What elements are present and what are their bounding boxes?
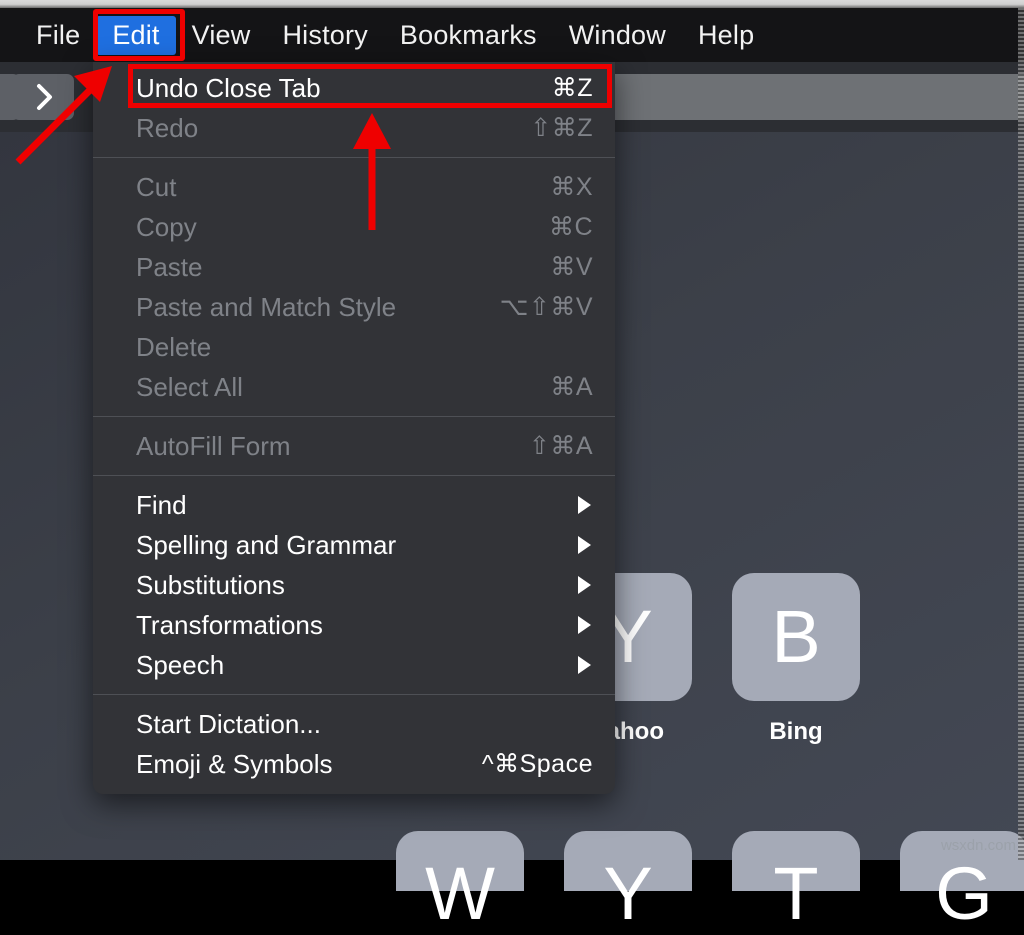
menu-item-cut: Cut ⌘X [93, 167, 615, 207]
menu-item-redo: Redo ⇧⌘Z [93, 108, 615, 148]
menubar-item-history[interactable]: History [266, 16, 383, 55]
menu-item-shortcut: ⌘A [550, 372, 593, 402]
menu-item-label: Emoji & Symbols [136, 749, 333, 780]
menubar-item-bookmarks[interactable]: Bookmarks [384, 16, 553, 55]
menu-item-delete: Delete [93, 327, 615, 367]
menubar-item-view[interactable]: View [176, 16, 267, 55]
menu-item-shortcut: ⌘V [550, 252, 593, 282]
menu-item-label: Paste and Match Style [136, 292, 396, 323]
menu-item-shortcut: ⇧⌘A [529, 431, 593, 461]
submenu-arrow-icon [578, 616, 591, 634]
menu-separator [93, 157, 615, 158]
menu-item-label: Delete [136, 332, 211, 363]
menu-item-label: AutoFill Form [136, 431, 291, 462]
menu-item-shortcut: ⌘C [549, 212, 593, 242]
favorite-tile[interactable]: Y [564, 831, 692, 891]
menu-item-select-all: Select All ⌘A [93, 367, 615, 407]
menu-bar: FileEditViewHistoryBookmarksWindowHelp [0, 8, 1024, 62]
screen: Se IloudYYahooBBing WYTG FileEditViewHis… [0, 0, 1024, 860]
menu-item-label: Select All [136, 372, 243, 403]
menu-item-spelling-and-grammar[interactable]: Spelling and Grammar [93, 525, 615, 565]
menu-item-label: Transformations [136, 610, 323, 641]
menu-item-shortcut: ^⌘Space [482, 749, 593, 779]
screen-edge-artifact [1018, 8, 1024, 860]
menu-item-shortcut: ⌥⇧⌘V [500, 292, 593, 322]
menu-item-label: Substitutions [136, 570, 285, 601]
favorite-tile-icon: B [732, 573, 860, 701]
menu-item-emoji-symbols[interactable]: Emoji & Symbols ^⌘Space [93, 744, 615, 784]
menu-item-undo-close-tab[interactable]: Undo Close Tab ⌘Z [93, 68, 615, 108]
menu-item-speech[interactable]: Speech [93, 645, 615, 685]
menubar-item-window[interactable]: Window [553, 16, 682, 55]
watermark: wsxdn.com [941, 837, 1016, 854]
menu-item-label: Redo [136, 113, 198, 144]
favorite-tile[interactable]: T [732, 831, 860, 891]
submenu-arrow-icon [578, 536, 591, 554]
menu-item-autofill-form: AutoFill Form ⇧⌘A [93, 426, 615, 466]
favorite-tile-icon: W [396, 831, 524, 891]
menu-item-shortcut: ⌘Z [552, 73, 593, 103]
menubar-item-file[interactable]: File [20, 16, 96, 55]
menu-item-label: Paste [136, 252, 203, 283]
menu-item-shortcut: ⌘X [550, 172, 593, 202]
favorite-tile[interactable]: W [396, 831, 524, 891]
menu-item-label: Speech [136, 650, 224, 681]
menu-item-label: Start Dictation... [136, 709, 321, 740]
menu-item-start-dictation[interactable]: Start Dictation... [93, 704, 615, 744]
menu-item-copy: Copy ⌘C [93, 207, 615, 247]
favorite-tile[interactable]: B Bing [732, 573, 860, 746]
menu-item-label: Cut [136, 172, 176, 203]
menubar-item-help[interactable]: Help [682, 16, 770, 55]
menu-separator [93, 416, 615, 417]
submenu-arrow-icon [578, 496, 591, 514]
menubar-item-edit[interactable]: Edit [96, 16, 175, 55]
favorites-row-2: WYTG [396, 831, 1024, 891]
chevron-right-icon [33, 82, 53, 112]
menu-item-find[interactable]: Find [93, 485, 615, 525]
menu-item-label: Spelling and Grammar [136, 530, 396, 561]
forward-button[interactable] [12, 74, 74, 120]
favorite-tile-icon: Y [564, 831, 692, 891]
menu-item-substitutions[interactable]: Substitutions [93, 565, 615, 605]
edit-dropdown-menu: Undo Close Tab ⌘Z Redo ⇧⌘Z Cut ⌘X Copy ⌘C Paste ⌘… [93, 62, 615, 794]
submenu-arrow-icon [578, 576, 591, 594]
submenu-arrow-icon [578, 656, 591, 674]
menu-item-label: Find [136, 490, 187, 521]
favorite-tile-icon: T [732, 831, 860, 891]
menu-item-paste-and-match-style: Paste and Match Style ⌥⇧⌘V [93, 287, 615, 327]
menu-item-paste: Paste ⌘V [93, 247, 615, 287]
menu-separator [93, 475, 615, 476]
menu-item-shortcut: ⇧⌘Z [530, 113, 593, 143]
menu-separator [93, 694, 615, 695]
favorite-tile-label: Bing [769, 718, 822, 746]
menu-item-label: Undo Close Tab [136, 73, 321, 104]
desktop-wallpaper-strip [0, 0, 1024, 8]
menu-item-transformations[interactable]: Transformations [93, 605, 615, 645]
menu-item-label: Copy [136, 212, 197, 243]
